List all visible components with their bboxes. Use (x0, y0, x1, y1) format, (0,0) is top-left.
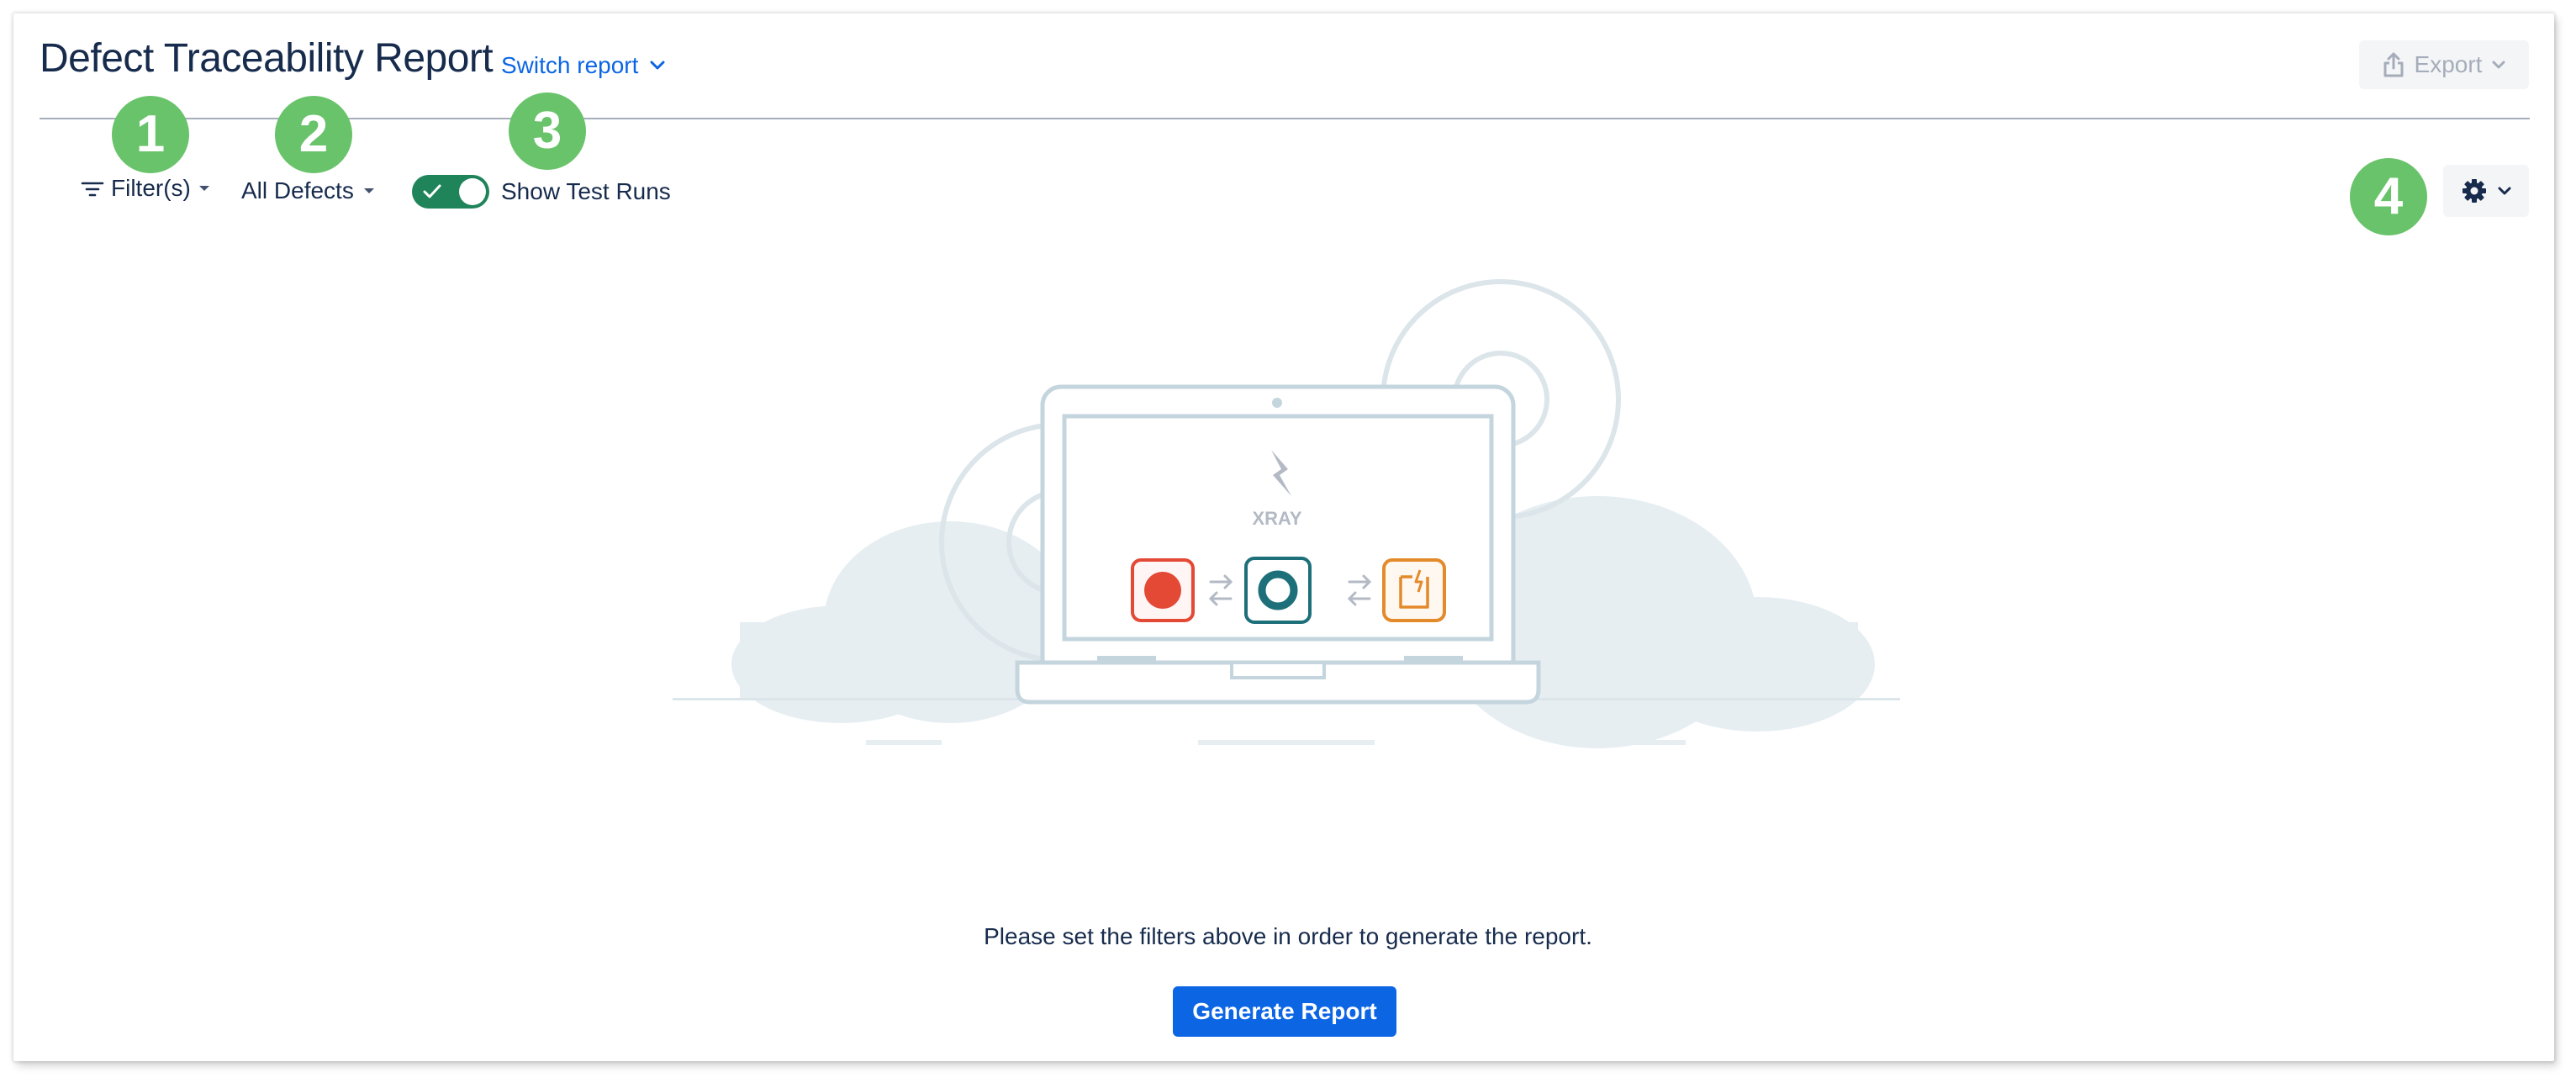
show-test-runs-toggle[interactable] (412, 175, 489, 209)
switch-report-label: Switch report (501, 52, 639, 78)
chevron-down-icon (650, 61, 665, 70)
empty-state-illustration: XRAY (673, 279, 1900, 748)
defects-dropdown[interactable]: All Defects (241, 177, 376, 204)
chevron-down-icon (2498, 187, 2511, 195)
defects-selected-value: All Defects (241, 177, 354, 203)
switch-report-link[interactable]: Switch report (501, 52, 665, 79)
page-title: Defect Traceability Report (40, 36, 494, 81)
chevron-down-icon (2492, 61, 2505, 69)
requirement-icon (1382, 558, 1446, 622)
show-test-runs-label: Show Test Runs (501, 178, 671, 204)
filters-label: Filter(s) (111, 175, 191, 201)
filter-icon (81, 182, 104, 197)
caret-down-icon (363, 188, 374, 193)
callout-badge: 3 (509, 92, 586, 170)
test-run-icon (1244, 557, 1312, 624)
callout-badge: 4 (2350, 158, 2427, 235)
empty-state-message: Please set the filters above in order to… (984, 923, 1592, 949)
export-label: Export (2414, 51, 2483, 77)
caret-down-icon (198, 186, 209, 191)
share-export-icon (2383, 52, 2404, 77)
toggle-knob (459, 178, 486, 205)
laptop-icon: XRAY (1015, 384, 1541, 705)
check-icon (423, 184, 441, 198)
callout-badge: 2 (275, 96, 352, 173)
filters-dropdown[interactable]: Filter(s) (81, 175, 211, 202)
gear-icon (2463, 179, 2486, 203)
export-button[interactable]: Export (2359, 40, 2529, 89)
callout-badge: 1 (112, 96, 189, 173)
generate-report-button[interactable]: Generate Report (1173, 986, 1396, 1037)
header-divider (40, 118, 2530, 119)
xray-brand-text: XRAY (1252, 508, 1301, 529)
settings-dropdown-button[interactable] (2443, 165, 2529, 217)
